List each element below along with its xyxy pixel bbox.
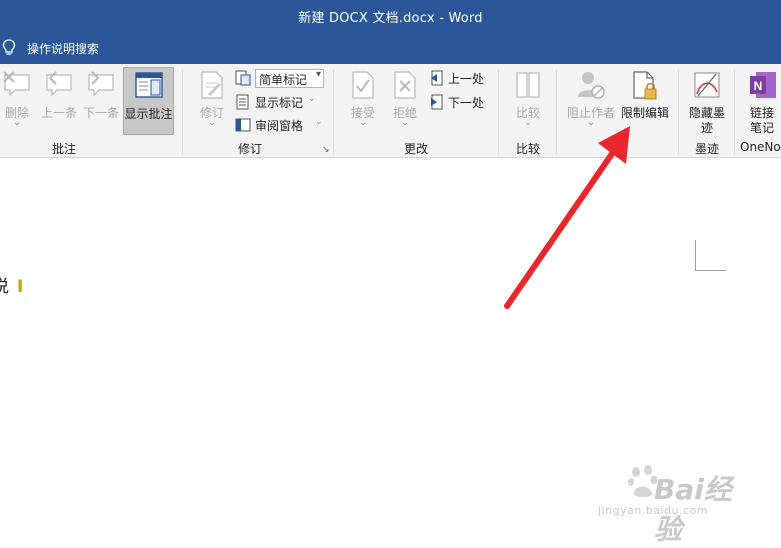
baidu-watermark: Bai经验 jingyan.baidu.com	[598, 460, 748, 546]
annotation-arrow	[504, 126, 630, 309]
watermark-url: jingyan.baidu.com	[598, 504, 709, 517]
